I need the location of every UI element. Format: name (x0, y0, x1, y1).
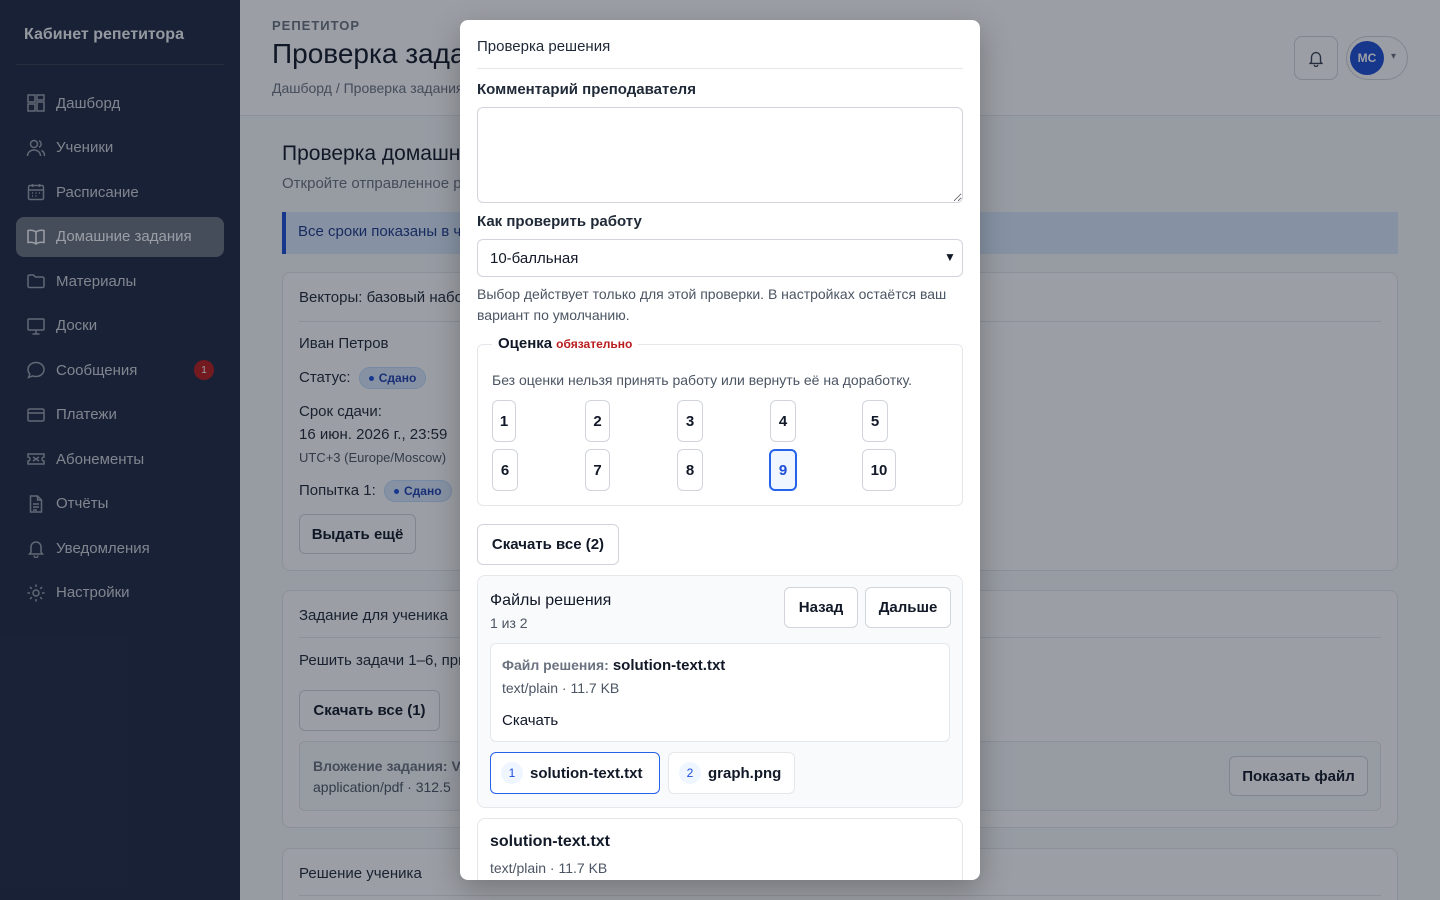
grade-hint: Без оценки нельзя принять работу или вер… (492, 372, 912, 388)
file-name: solution-text.txt (612, 657, 726, 674)
file-tab-number: 1 (501, 762, 523, 784)
method-hint: Выбор действует только для этой проверки… (477, 286, 947, 323)
file-label-prefix: Файл решения: (502, 657, 609, 673)
file-tab-name: graph.png (708, 764, 782, 782)
method-label: Как проверить работу (477, 213, 642, 230)
grade-button-10[interactable]: 10 (862, 449, 896, 491)
grade-legend: Оценка обязательно (492, 335, 639, 352)
preview-file-name: solution-text.txt (490, 833, 610, 850)
grade-fieldset: Оценка обязательно Без оценки нельзя прин… (477, 335, 963, 506)
grade-button-3[interactable]: 3 (677, 400, 703, 442)
file-preview-card: solution-text.txt text/plain · 11.7 KB (477, 818, 963, 880)
current-file-card: Файл решения: solution-text.txt text/plai… (490, 643, 950, 742)
download-all-solutions-button[interactable]: Скачать все (2) (477, 524, 619, 565)
grade-button-9[interactable]: 9 (769, 449, 797, 491)
file-label: Файл решения: solution-text.txt (502, 657, 725, 674)
files-title: Файлы решения (490, 592, 612, 609)
file-tab-2[interactable]: 2 graph.png (668, 752, 795, 794)
modal-title: Проверка решения (477, 38, 611, 55)
file-tab-1[interactable]: 1 solution-text.txt (490, 752, 660, 794)
required-marker: обязательно (556, 337, 633, 351)
solution-files-panel: Файлы решения 1 из 2 Назад Дальше Файл р… (477, 575, 963, 808)
grade-button-8[interactable]: 8 (677, 449, 703, 491)
grade-button-4[interactable]: 4 (770, 400, 796, 442)
grade-button-7[interactable]: 7 (585, 449, 610, 491)
download-file-link[interactable]: Скачать (502, 712, 558, 729)
next-file-button[interactable]: Дальше (865, 587, 951, 628)
review-modal: Проверка решения Комментарий преподавате… (460, 20, 980, 880)
grade-button-2[interactable]: 2 (585, 400, 610, 442)
grade-button-6[interactable]: 6 (492, 449, 518, 491)
file-meta: text/plain · 11.7 KB (502, 680, 620, 696)
divider (477, 68, 963, 69)
comment-label: Комментарий преподавателя (477, 81, 696, 98)
file-tab-number: 2 (679, 762, 701, 784)
preview-file-meta: text/plain · 11.7 KB (490, 860, 608, 876)
file-tab-name: solution-text.txt (530, 764, 643, 782)
prev-file-button[interactable]: Назад (784, 587, 858, 628)
grade-button-1[interactable]: 1 (492, 400, 516, 442)
grade-label: Оценка (498, 335, 553, 352)
grade-button-5[interactable]: 5 (862, 400, 888, 442)
files-counter: 1 из 2 (490, 615, 528, 631)
grading-method-select[interactable]: 10-балльная (477, 239, 963, 277)
teacher-comment-input[interactable] (477, 107, 963, 203)
